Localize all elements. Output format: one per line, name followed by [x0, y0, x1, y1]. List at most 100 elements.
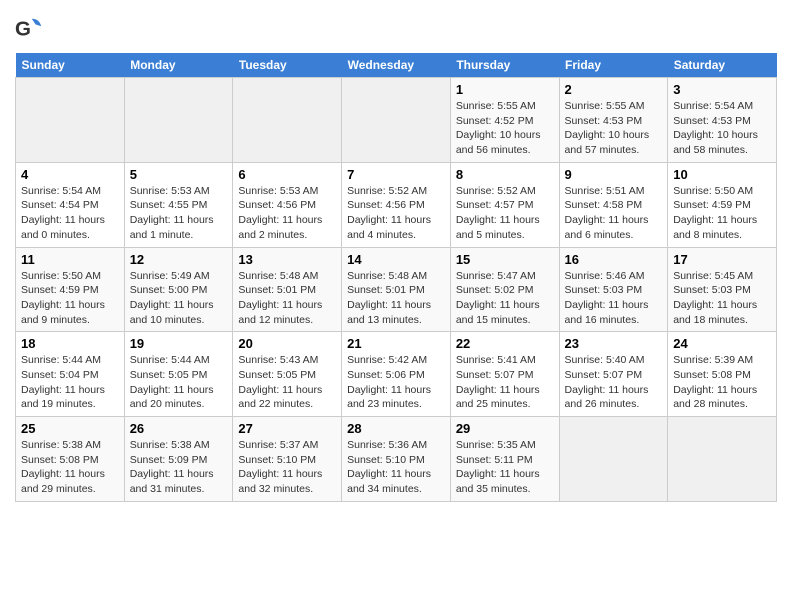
day-number: 19 [130, 336, 228, 351]
calendar-cell: 1 Sunrise: 5:55 AM Sunset: 4:52 PM Daylig… [450, 78, 559, 163]
day-info: Sunrise: 5:44 AM Sunset: 5:04 PM Dayligh… [21, 353, 119, 412]
day-info: Sunrise: 5:50 AM Sunset: 4:59 PM Dayligh… [673, 184, 771, 243]
day-number: 8 [456, 167, 554, 182]
day-info: Sunrise: 5:41 AM Sunset: 5:07 PM Dayligh… [456, 353, 554, 412]
day-info: Sunrise: 5:35 AM Sunset: 5:11 PM Dayligh… [456, 438, 554, 497]
day-info: Sunrise: 5:42 AM Sunset: 5:06 PM Dayligh… [347, 353, 445, 412]
calendar-cell: 4 Sunrise: 5:54 AM Sunset: 4:54 PM Daylig… [16, 162, 125, 247]
calendar-cell: 13 Sunrise: 5:48 AM Sunset: 5:01 PM Dayli… [233, 247, 342, 332]
calendar-cell: 21 Sunrise: 5:42 AM Sunset: 5:06 PM Dayli… [342, 332, 451, 417]
day-info: Sunrise: 5:52 AM Sunset: 4:57 PM Dayligh… [456, 184, 554, 243]
day-number: 25 [21, 421, 119, 436]
day-number: 26 [130, 421, 228, 436]
calendar-cell: 24Sunrise: 5:39 AM Sunset: 5:08 PM Dayli… [668, 332, 777, 417]
day-number: 12 [130, 252, 228, 267]
dow-header-monday: Monday [124, 53, 233, 78]
day-number: 11 [21, 252, 119, 267]
day-number: 3 [673, 82, 771, 97]
calendar-cell: 3 Sunrise: 5:54 AM Sunset: 4:53 PM Daylig… [668, 78, 777, 163]
calendar-cell: 29 Sunrise: 5:35 AM Sunset: 5:11 PM Dayli… [450, 417, 559, 502]
calendar-cell: 26 Sunrise: 5:38 AM Sunset: 5:09 PM Dayli… [124, 417, 233, 502]
dow-header-saturday: Saturday [668, 53, 777, 78]
calendar-cell: 8 Sunrise: 5:52 AM Sunset: 4:57 PM Daylig… [450, 162, 559, 247]
day-number: 27 [238, 421, 336, 436]
day-info: Sunrise: 5:48 AM Sunset: 5:01 PM Dayligh… [238, 269, 336, 328]
day-number: 24 [673, 336, 771, 351]
day-info: Sunrise: 5:47 AM Sunset: 5:02 PM Dayligh… [456, 269, 554, 328]
calendar-cell: 22 Sunrise: 5:41 AM Sunset: 5:07 PM Dayli… [450, 332, 559, 417]
day-info: Sunrise: 5:55 AM Sunset: 4:53 PM Dayligh… [565, 99, 663, 158]
day-number: 14 [347, 252, 445, 267]
logo: G [15, 15, 47, 43]
day-number: 6 [238, 167, 336, 182]
day-info: Sunrise: 5:48 AM Sunset: 5:01 PM Dayligh… [347, 269, 445, 328]
calendar-cell [16, 78, 125, 163]
day-number: 17 [673, 252, 771, 267]
dow-header-sunday: Sunday [16, 53, 125, 78]
day-number: 13 [238, 252, 336, 267]
calendar-cell: 23 Sunrise: 5:40 AM Sunset: 5:07 PM Dayli… [559, 332, 668, 417]
calendar-table: SundayMondayTuesdayWednesdayThursdayFrid… [15, 53, 777, 502]
calendar-cell: 19 Sunrise: 5:44 AM Sunset: 5:05 PM Dayli… [124, 332, 233, 417]
calendar-cell: 15 Sunrise: 5:47 AM Sunset: 5:02 PM Dayli… [450, 247, 559, 332]
calendar-cell: 27 Sunrise: 5:37 AM Sunset: 5:10 PM Dayli… [233, 417, 342, 502]
day-info: Sunrise: 5:43 AM Sunset: 5:05 PM Dayligh… [238, 353, 336, 412]
day-info: Sunrise: 5:40 AM Sunset: 5:07 PM Dayligh… [565, 353, 663, 412]
page-header: G [15, 15, 777, 43]
day-number: 22 [456, 336, 554, 351]
day-info: Sunrise: 5:44 AM Sunset: 5:05 PM Dayligh… [130, 353, 228, 412]
day-info: Sunrise: 5:46 AM Sunset: 5:03 PM Dayligh… [565, 269, 663, 328]
calendar-cell: 10 Sunrise: 5:50 AM Sunset: 4:59 PM Dayli… [668, 162, 777, 247]
calendar-cell: 5Sunrise: 5:53 AM Sunset: 4:55 PM Daylig… [124, 162, 233, 247]
day-number: 29 [456, 421, 554, 436]
day-number: 2 [565, 82, 663, 97]
dow-header-friday: Friday [559, 53, 668, 78]
calendar-cell [124, 78, 233, 163]
day-info: Sunrise: 5:49 AM Sunset: 5:00 PM Dayligh… [130, 269, 228, 328]
calendar-cell: 7Sunrise: 5:52 AM Sunset: 4:56 PM Daylig… [342, 162, 451, 247]
dow-header-thursday: Thursday [450, 53, 559, 78]
day-info: Sunrise: 5:54 AM Sunset: 4:53 PM Dayligh… [673, 99, 771, 158]
day-info: Sunrise: 5:37 AM Sunset: 5:10 PM Dayligh… [238, 438, 336, 497]
day-info: Sunrise: 5:54 AM Sunset: 4:54 PM Dayligh… [21, 184, 119, 243]
day-number: 20 [238, 336, 336, 351]
calendar-cell: 25 Sunrise: 5:38 AM Sunset: 5:08 PM Dayli… [16, 417, 125, 502]
day-number: 5 [130, 167, 228, 182]
calendar-cell [559, 417, 668, 502]
calendar-cell [233, 78, 342, 163]
calendar-cell: 14 Sunrise: 5:48 AM Sunset: 5:01 PM Dayli… [342, 247, 451, 332]
svg-text:G: G [15, 18, 31, 41]
day-info: Sunrise: 5:53 AM Sunset: 4:56 PM Dayligh… [238, 184, 336, 243]
calendar-cell: 12 Sunrise: 5:49 AM Sunset: 5:00 PM Dayli… [124, 247, 233, 332]
day-info: Sunrise: 5:51 AM Sunset: 4:58 PM Dayligh… [565, 184, 663, 243]
dow-header-tuesday: Tuesday [233, 53, 342, 78]
dow-header-wednesday: Wednesday [342, 53, 451, 78]
calendar-cell: 16 Sunrise: 5:46 AM Sunset: 5:03 PM Dayli… [559, 247, 668, 332]
calendar-cell: 9 Sunrise: 5:51 AM Sunset: 4:58 PM Daylig… [559, 162, 668, 247]
calendar-cell [668, 417, 777, 502]
calendar-cell: 20 Sunrise: 5:43 AM Sunset: 5:05 PM Dayli… [233, 332, 342, 417]
day-info: Sunrise: 5:45 AM Sunset: 5:03 PM Dayligh… [673, 269, 771, 328]
calendar-cell: 11 Sunrise: 5:50 AM Sunset: 4:59 PM Dayli… [16, 247, 125, 332]
calendar-cell: 28 Sunrise: 5:36 AM Sunset: 5:10 PM Dayli… [342, 417, 451, 502]
day-number: 15 [456, 252, 554, 267]
day-number: 4 [21, 167, 119, 182]
calendar-cell: 18 Sunrise: 5:44 AM Sunset: 5:04 PM Dayli… [16, 332, 125, 417]
day-number: 16 [565, 252, 663, 267]
calendar-cell: 17 Sunrise: 5:45 AM Sunset: 5:03 PM Dayli… [668, 247, 777, 332]
day-number: 18 [21, 336, 119, 351]
day-number: 23 [565, 336, 663, 351]
calendar-cell: 6 Sunrise: 5:53 AM Sunset: 4:56 PM Daylig… [233, 162, 342, 247]
day-info: Sunrise: 5:55 AM Sunset: 4:52 PM Dayligh… [456, 99, 554, 158]
day-number: 10 [673, 167, 771, 182]
day-number: 7 [347, 167, 445, 182]
day-info: Sunrise: 5:50 AM Sunset: 4:59 PM Dayligh… [21, 269, 119, 328]
day-info: Sunrise: 5:38 AM Sunset: 5:08 PM Dayligh… [21, 438, 119, 497]
day-number: 1 [456, 82, 554, 97]
day-number: 21 [347, 336, 445, 351]
day-number: 9 [565, 167, 663, 182]
day-info: Sunrise: 5:36 AM Sunset: 5:10 PM Dayligh… [347, 438, 445, 497]
day-info: Sunrise: 5:38 AM Sunset: 5:09 PM Dayligh… [130, 438, 228, 497]
calendar-cell [342, 78, 451, 163]
day-number: 28 [347, 421, 445, 436]
